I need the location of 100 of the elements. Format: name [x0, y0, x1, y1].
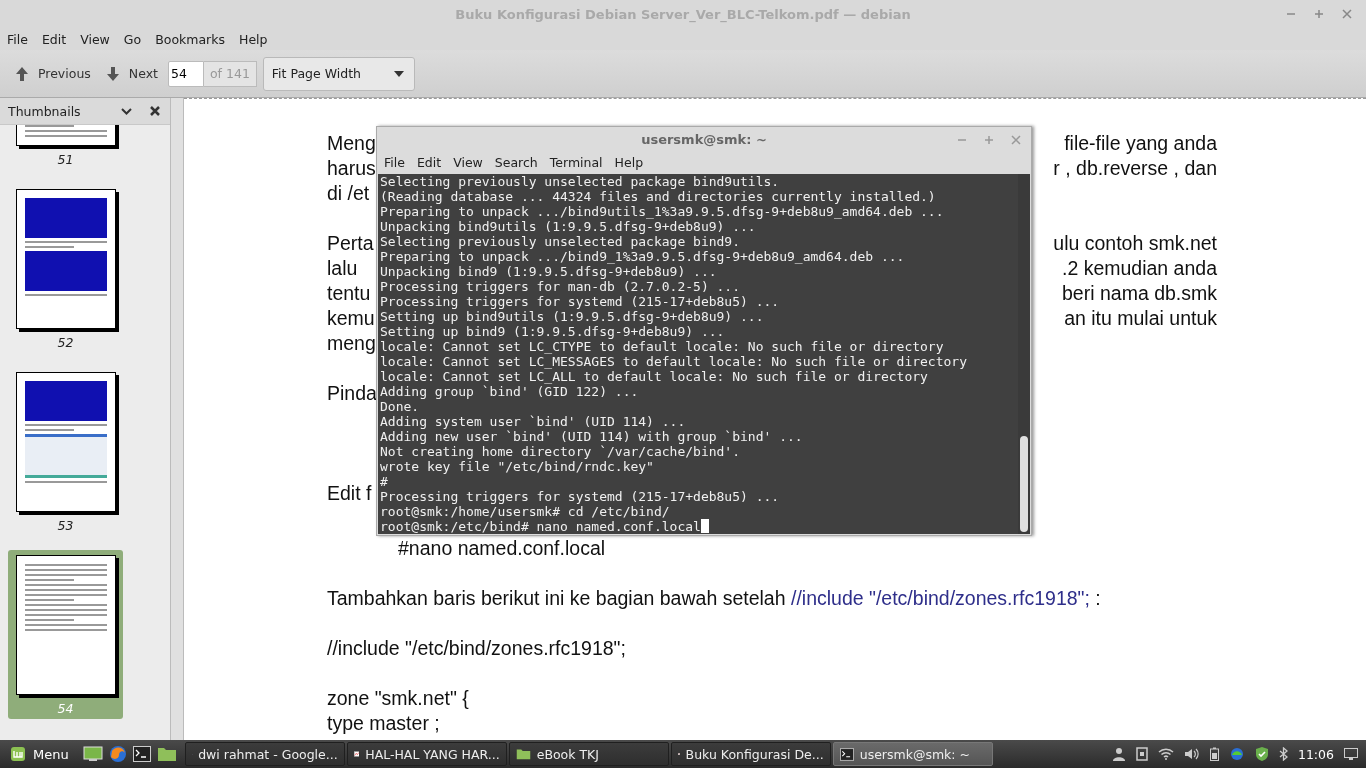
folder-icon: [515, 748, 531, 760]
menu-item[interactable]: Search: [494, 155, 538, 171]
paragraph-text: tentu: [327, 281, 371, 306]
paragraph-text: meng: [327, 331, 376, 356]
page-thumbnail[interactable]: 51: [8, 125, 123, 170]
terminal-line: Unpacking bind9 (1:9.9.5.dfsg-9+deb8u9) ...: [380, 264, 718, 279]
page-number-label: 54: [57, 701, 74, 716]
terminal-line: Selecting previously unselected package bind9.: [380, 234, 742, 249]
folder-icon[interactable]: [156, 746, 177, 762]
terminal-line: Preparing to unpack .../bind9_1%3a9.9.5.dfsg-9+deb8u9_amd64.deb ...: [380, 249, 906, 264]
terminal-line: Adding group `bind' (GID 122) ...: [380, 384, 640, 399]
user-icon[interactable]: [1111, 747, 1126, 761]
paragraph-text: an itu mulai untuk: [1064, 306, 1217, 331]
terminal-line: Unpacking bind9utils (1:9.9.5.dfsg-9+deb8u9) ...: [380, 219, 757, 234]
paragraph-text: .2 kemudian anda: [1061, 256, 1217, 281]
taskbar-item[interactable]: eBook TKJ: [508, 742, 669, 766]
shield-check-icon[interactable]: [1254, 746, 1269, 762]
page-number-label: 53: [57, 518, 74, 533]
chevron-down-icon[interactable]: [121, 107, 132, 115]
terminal-line: root@smk:/etc/bind# nano named.conf.local: [380, 519, 1018, 534]
menu-item[interactable]: View: [79, 31, 111, 47]
terminal-line: Adding system user `bind' (UID 114) ...: [380, 414, 687, 429]
terminal-line: Processing triggers for man-db (2.7.0.2-5) ...: [380, 279, 742, 294]
caret-icon: [393, 70, 404, 77]
menu-item[interactable]: File: [384, 155, 405, 171]
page-count: of 141: [203, 60, 257, 87]
paragraph-text: lalu: [327, 256, 358, 281]
config-line: type master ;: [327, 712, 440, 734]
paragraph-text: r , db.reverse , dan: [1053, 156, 1217, 181]
terminal-line: Not creating home directory `/var/cache/bind'.: [380, 444, 742, 459]
sidebar-title: Thumbnails: [8, 103, 82, 119]
terminal-line: locale: Cannot set LC_CTYPE to default locale: No such file or directory: [380, 339, 945, 354]
paragraph-text: harus: [327, 156, 376, 181]
paragraph-text: Tambahkan baris berikut ini ke bagian bawah setelah //include "/etc/bind/zones.rfc1918"; :: [327, 587, 1101, 609]
page-number-field[interactable]: 54: [167, 60, 204, 87]
previous-button[interactable]: Previous: [16, 66, 91, 81]
terminal-line: Processing triggers for systemd (215-17+deb8u5) ...: [380, 294, 781, 309]
zoom-dropdown[interactable]: Fit Page Width: [262, 56, 415, 91]
terminal-line: (Reading database ... 44324 files and directories currently installed.): [380, 189, 937, 204]
terminal-line: #: [380, 474, 389, 489]
config-line: zone "smk.net" {: [327, 687, 469, 709]
terminal-line: Adding new user `bind' (UID 114) with group `bind' ...: [380, 429, 804, 444]
terminal-title: usersmk@smk: ~: [641, 131, 767, 147]
menu-item[interactable]: Go: [122, 31, 143, 47]
paragraph-text: kemu: [327, 306, 375, 331]
down-arrow-icon: [106, 66, 119, 81]
terminal-line: root@smk:/home/usersmk# cd /etc/bind/: [380, 504, 671, 519]
terminal-line: Preparing to unpack .../bind9utils_1%3a9.9.5.dfsg-9+deb8u9_amd64.deb ...: [380, 204, 945, 219]
menu-item[interactable]: Edit: [40, 31, 68, 47]
next-button[interactable]: Next: [106, 66, 158, 81]
close-icon[interactable]: [150, 106, 160, 116]
wifi-icon[interactable]: [1157, 748, 1174, 760]
scrollbar-thumb[interactable]: [1020, 436, 1028, 532]
paragraph-text: beri nama db.smk: [1062, 281, 1217, 306]
terminal-line: Setting up bind9utils (1:9.9.5.dfsg-9+deb8u9) ...: [380, 309, 765, 324]
menu-item[interactable]: Help: [614, 155, 644, 171]
terminal-line: wrote key file "/etc/bind/rndc.key": [380, 459, 655, 474]
browser-icon[interactable]: [108, 745, 127, 763]
taskbar-item[interactable]: dwi rahmat - Google...: [184, 742, 345, 766]
terminal-line: locale: Cannot set LC_MESSAGES to default locale: No such file or directory: [380, 354, 968, 369]
terminal-line: Done.: [380, 399, 421, 414]
command-text: #nano named.conf.local: [398, 537, 606, 559]
text-cursor: [700, 519, 709, 533]
terminal-line: Selecting previously unselected package bind9utils.: [380, 174, 781, 189]
menu-item[interactable]: Bookmarks: [154, 31, 226, 47]
taskbar-item[interactable]: usersmk@smk: ~: [832, 742, 993, 766]
up-arrow-icon: [16, 66, 28, 81]
taskbar-item[interactable]: HAL-HAL YANG HAR...: [346, 742, 507, 766]
include-link[interactable]: //include "/etc/bind/zones.rfc1918";: [790, 587, 1090, 609]
menu-item[interactable]: View: [453, 155, 483, 171]
paragraph-text: ulu contoh smk.net: [1053, 231, 1217, 256]
clock[interactable]: 11:06: [1297, 746, 1334, 762]
show-desktop-icon[interactable]: [1344, 748, 1358, 760]
page-number-label: 52: [57, 335, 74, 350]
menu-item[interactable]: Help: [238, 31, 269, 47]
config-line: //include "/etc/bind/zones.rfc1918";: [327, 637, 626, 659]
desktop-icon[interactable]: [82, 746, 103, 762]
terminal-line: Processing triggers for systemd (215-17+deb8u5) ...: [380, 489, 781, 504]
volume-icon[interactable]: [1183, 748, 1200, 760]
start-menu-button[interactable]: Menu: [4, 746, 75, 762]
terminal-icon[interactable]: [132, 746, 151, 762]
terminal-line: Setting up bind9 (1:9.9.5.dfsg-9+deb8u9) ...: [380, 324, 726, 339]
battery-icon[interactable]: [1209, 747, 1219, 761]
update-icon[interactable]: [1228, 747, 1245, 761]
leaf-logo-icon: [10, 746, 26, 762]
page-number-label: 51: [57, 152, 74, 167]
paragraph-text: Edit f: [327, 481, 372, 506]
terminal-window[interactable]: [376, 126, 1032, 536]
bluetooth-icon[interactable]: [1278, 747, 1288, 761]
clipboard-icon[interactable]: [1135, 747, 1148, 761]
terminal-icon: [839, 747, 854, 761]
paragraph-text: Pinda: [327, 381, 377, 406]
menu-item[interactable]: File: [6, 31, 29, 47]
paragraph-text: Meng: [327, 131, 376, 156]
paragraph-text: di /et: [327, 181, 370, 206]
taskbar-item[interactable]: Buku Konfigurasi De...: [670, 742, 831, 766]
terminal-line: locale: Cannot set LC_ALL to default locale: No such file or directory: [380, 369, 929, 384]
paragraph-text: Perta: [327, 231, 374, 256]
menu-item[interactable]: Edit: [416, 155, 442, 171]
menu-item[interactable]: Terminal: [549, 155, 603, 171]
